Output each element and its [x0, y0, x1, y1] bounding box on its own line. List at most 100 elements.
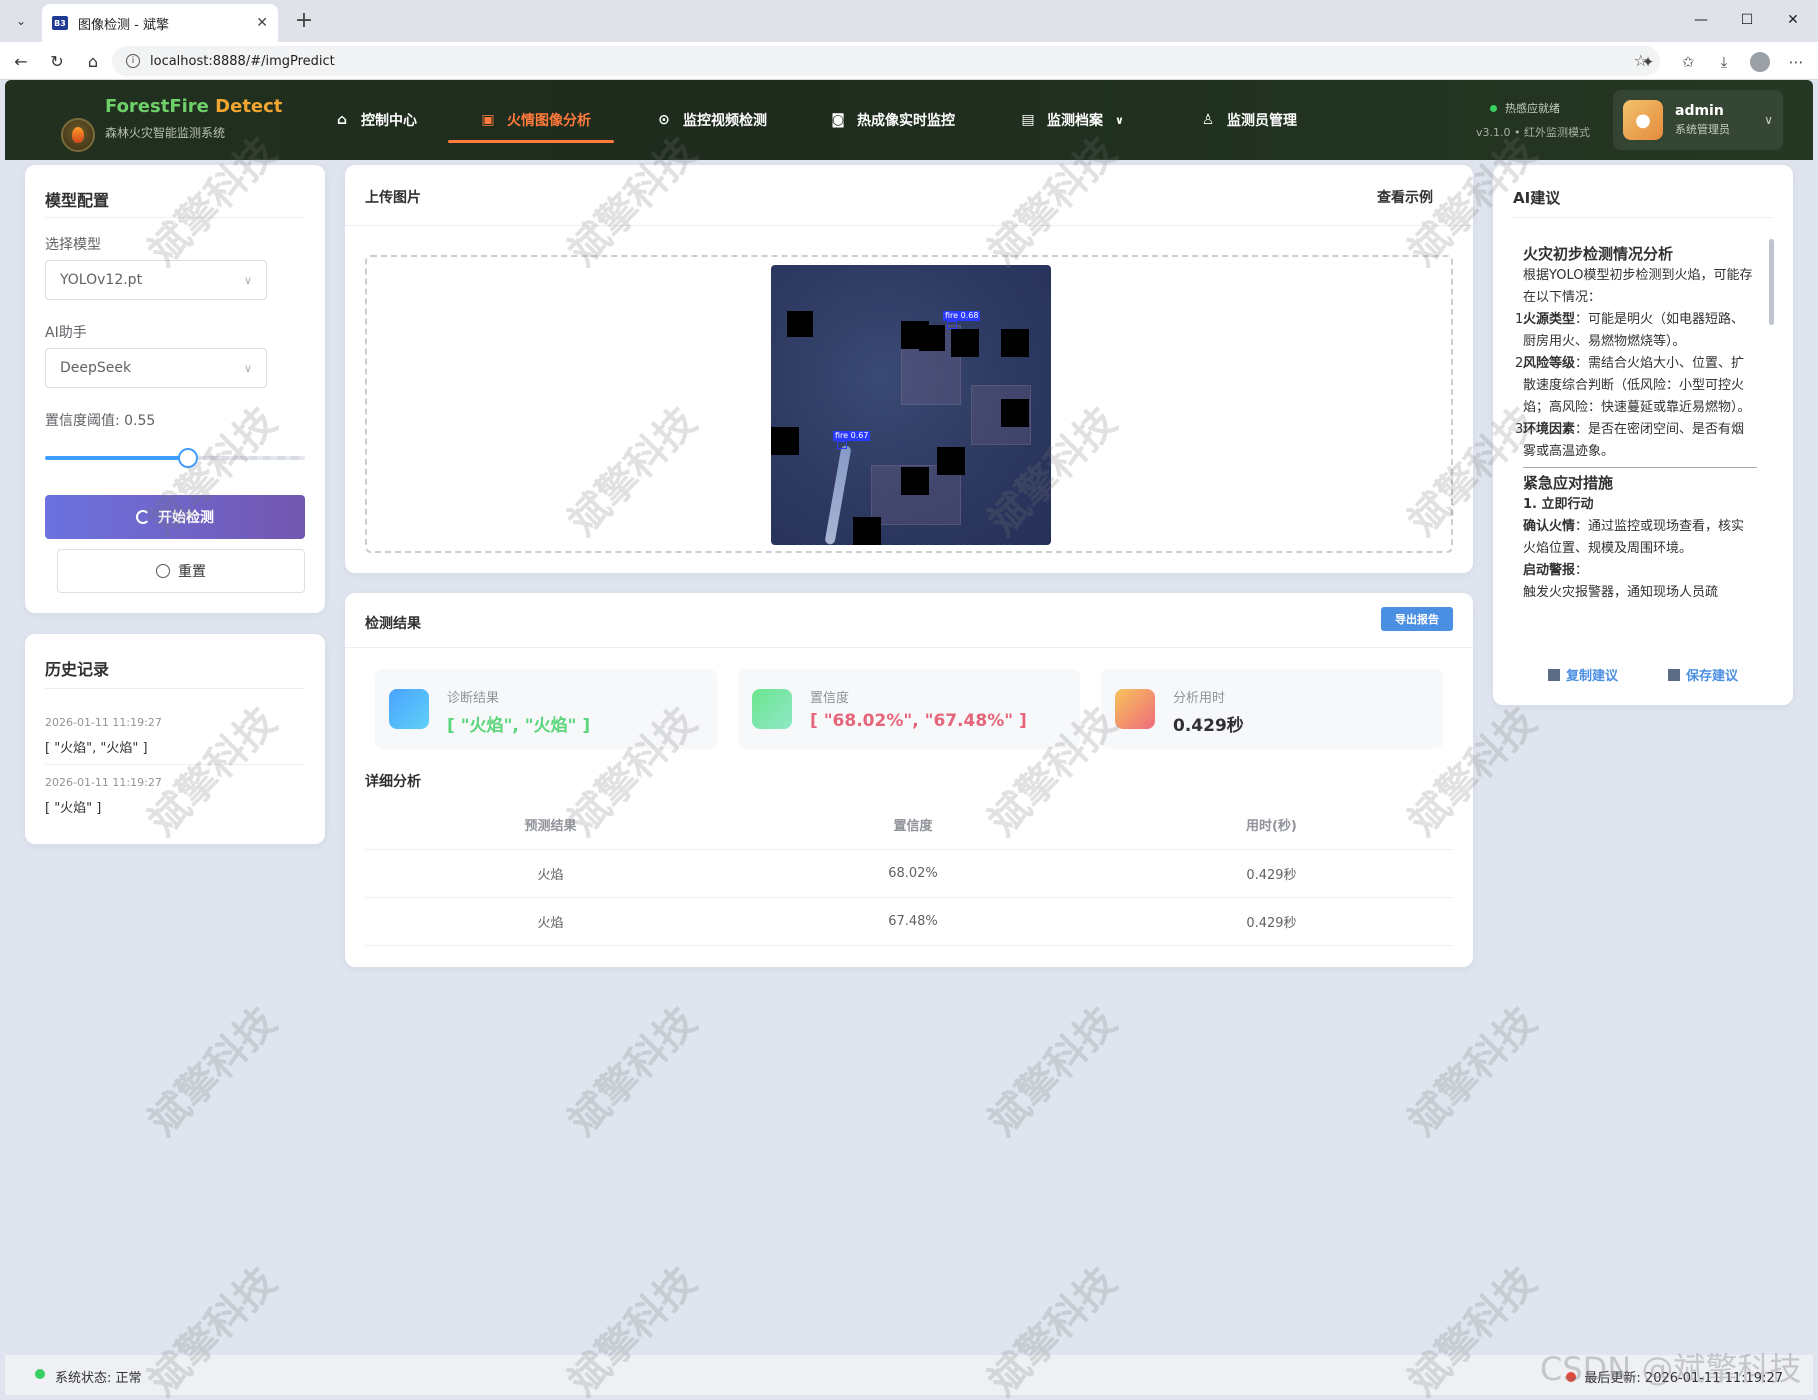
download-icon[interactable]: ⤓	[1712, 50, 1736, 74]
confidence-icon	[752, 689, 792, 729]
advice-heading: 紧急应对措施	[1523, 474, 1614, 492]
stat-label: 分析用时	[1173, 691, 1226, 706]
export-report-button[interactable]: 导出报告	[1381, 607, 1453, 631]
maximize-icon[interactable]: ☐	[1722, 0, 1772, 40]
diagnosis-card: 诊断结果 [ "火焰", "火焰" ]	[375, 669, 717, 749]
nav-monitor-staff[interactable]: ♙ 监测员管理	[1199, 80, 1297, 160]
image-icon: ▣	[481, 112, 495, 128]
advice-heading: 火灾初步检测情况分析	[1523, 245, 1674, 263]
scrollbar[interactable]	[1769, 239, 1774, 325]
results-table: 预测结果 置信度 用时(秒) 火焰 68.02% 0.429秒 火焰 67.48…	[365, 801, 1453, 946]
user-role: 系统管理员	[1675, 123, 1730, 136]
reload-icon[interactable]: ↻	[44, 48, 70, 74]
assistant-select[interactable]: DeepSeek ∨	[45, 348, 267, 388]
status-dot-icon	[35, 1369, 45, 1379]
loading-icon	[136, 510, 150, 524]
advice-paragraph: 触发火灾报警器，通知现场人员疏	[1523, 585, 1719, 600]
history-title: 历史记录	[45, 660, 110, 679]
divider	[45, 688, 305, 689]
copy-advice-button[interactable]: 复制建议	[1547, 665, 1618, 684]
url-text: localhost:8888/#/imgPredict	[150, 53, 335, 69]
home-browser-icon[interactable]: ⌂	[80, 48, 106, 74]
home-icon: ⌂	[336, 112, 348, 128]
version-text: v3.1.0 • 红外监测模式	[1476, 126, 1590, 139]
history-item[interactable]: 2026-01-11 11:19:27 [ "火焰" ]	[45, 776, 305, 816]
diagnosis-value: [ "火焰", "火焰" ]	[447, 716, 591, 736]
nav-image-analysis[interactable]: ▣ 火情图像分析	[479, 80, 591, 160]
image-dropzone[interactable]: fire 0.68 fire 0.67	[365, 255, 1453, 553]
uploaded-image: fire 0.68 fire 0.67	[771, 265, 1051, 545]
chevron-down-icon: ∨	[1115, 113, 1124, 127]
stat-label: 置信度	[810, 691, 850, 706]
nav-control-center[interactable]: ⌂ 控制中心	[333, 80, 417, 160]
duration-value: 0.429秒	[1173, 716, 1244, 736]
active-nav-indicator	[448, 140, 614, 143]
advice-list: 1. 火源类型：可能是明火（如电器短路、厨房用火、易燃物燃烧等）。 2. 风险等级：…	[1515, 309, 1757, 463]
view-sample-link[interactable]: 查看示例	[1377, 187, 1433, 207]
avatar: ●	[1623, 100, 1663, 140]
divider	[345, 647, 1473, 648]
address-bar: ← ↻ ⌂ i localhost:8888/#/imgPredict ☆ ✦ …	[0, 42, 1818, 80]
back-icon[interactable]: ←	[8, 48, 34, 74]
confidence-card: 置信度 [ "68.02%", "67.48%" ]	[738, 669, 1080, 749]
status-dot-icon	[1490, 104, 1497, 112]
advice-paragraph: 确认火情：通过监控或现场查看，核实火焰位置、规模及周围环境。	[1523, 519, 1745, 556]
play-icon: ⊙	[658, 112, 670, 128]
more-menu-icon[interactable]: ⋯	[1784, 50, 1808, 74]
results-title: 检测结果	[365, 616, 421, 632]
brand-title: ForestFire Detect	[105, 96, 283, 117]
table-cell: 0.429秒	[1089, 897, 1453, 946]
window-close-icon[interactable]: ✕	[1768, 0, 1818, 40]
divider	[45, 217, 305, 218]
table-cell: 68.02%	[736, 849, 1090, 898]
nav-video-detection[interactable]: ⊙ 监控视频检测	[655, 80, 767, 160]
history-value: [ "火焰" ]	[45, 801, 102, 816]
model-select[interactable]: YOLOv12.pt ∨	[45, 260, 267, 300]
url-field[interactable]: i localhost:8888/#/imgPredict ☆	[112, 46, 1660, 76]
app-header: ForestFire Detect 森林火灾智能监测系统 ⌂ 控制中心 ▣ 火情图像…	[5, 80, 1813, 160]
threshold-slider-handle[interactable]	[178, 448, 198, 468]
save-icon	[1668, 668, 1680, 681]
camera-icon: ◙	[831, 112, 845, 128]
upload-title: 上传图片	[365, 190, 421, 206]
nav-records[interactable]: ▤ 监测档案 ∨	[1019, 80, 1124, 160]
profile-icon[interactable]	[1748, 50, 1772, 74]
watermark: 斌擎科技	[559, 998, 706, 1145]
user-icon: ♙	[1201, 112, 1215, 128]
logo-icon	[61, 118, 95, 152]
ai-title: AI建议	[1513, 189, 1561, 207]
user-menu[interactable]: ● admin 系统管理员 ∨	[1613, 90, 1783, 150]
extensions-icon[interactable]: ✦	[1636, 50, 1660, 74]
new-tab-icon[interactable]: +	[290, 6, 318, 34]
reset-button[interactable]: 重置	[57, 549, 305, 593]
detection-label: fire 0.68	[943, 311, 981, 321]
user-name: admin	[1675, 103, 1724, 119]
copy-icon	[1547, 668, 1560, 681]
divider	[345, 225, 1473, 226]
advice-paragraph: 启动警报：	[1523, 563, 1589, 578]
upload-panel: 上传图片 查看示例 fire 0.68 fire 0.67	[345, 165, 1473, 573]
chevron-down-icon: ∨	[1764, 113, 1773, 127]
results-panel: 检测结果 导出报告 诊断结果 [ "火焰", "火焰" ] 置信度 [ "68.…	[345, 593, 1473, 967]
favicon-icon: B3	[52, 16, 68, 30]
csdn-watermark: CSDN @斌擎科技	[1540, 1350, 1802, 1388]
history-time: 2026-01-11 11:19:27	[45, 776, 162, 789]
minimize-icon[interactable]: —	[1676, 0, 1726, 40]
watermark: 斌擎科技	[979, 998, 1126, 1145]
favorites-icon[interactable]: ✩	[1676, 50, 1700, 74]
close-tab-icon[interactable]: ✕	[256, 15, 268, 31]
divider	[1513, 217, 1773, 218]
browser-tab[interactable]: B3 图像检测 - 斌擎 ✕	[42, 4, 278, 42]
tab-list-icon[interactable]: ⌄	[8, 8, 34, 34]
chevron-down-icon: ∨	[243, 361, 252, 375]
detection-box	[837, 441, 847, 449]
history-item[interactable]: 2026-01-11 11:19:27 [ "火焰", "火焰" ]	[45, 716, 305, 756]
ai-actions: 复制建议 保存建议	[1493, 665, 1793, 684]
start-detect-button[interactable]: 开始检测	[45, 495, 305, 539]
history-panel: 历史记录 2026-01-11 11:19:27 [ "火焰", "火焰" ] …	[25, 634, 325, 844]
save-advice-button[interactable]: 保存建议	[1668, 665, 1738, 684]
detection-label: fire 0.67	[833, 431, 871, 441]
site-info-icon[interactable]: i	[126, 54, 140, 68]
nav-thermal-monitor[interactable]: ◙ 热成像实时监控	[829, 80, 955, 160]
ai-advice-content[interactable]: 火灾初步检测情况分析 根据YOLO模型初步检测到火焰，可能存在以下情况： 1. 火…	[1513, 233, 1765, 633]
